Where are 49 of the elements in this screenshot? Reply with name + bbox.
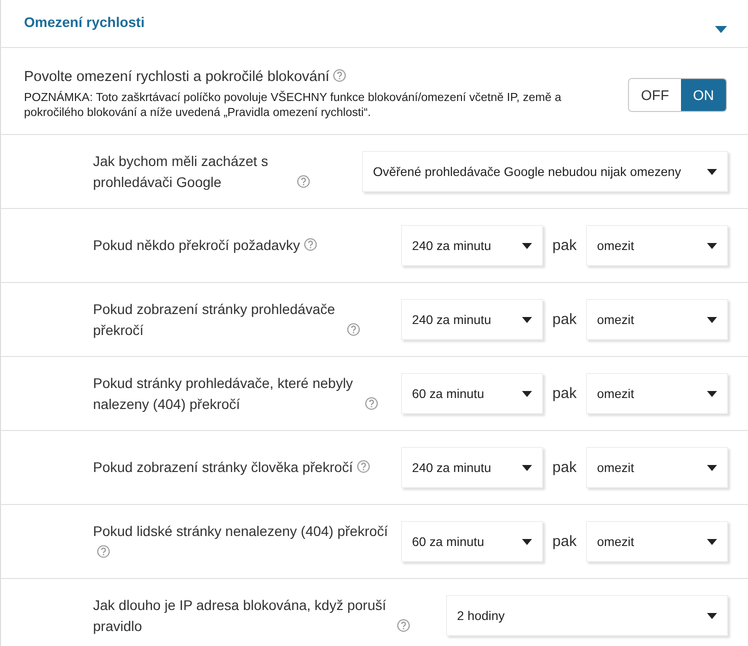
dropdown[interactable]: omezit [586,447,728,488]
caret-icon [707,538,717,544]
setting-label: Povolte omezení rychlosti a pokročilé blokování [24,68,330,84]
dropdown[interactable]: 240 za minutu [401,225,543,266]
setting-label: Jak dlouho je IP adresa blokována, když poruší pravidlo [93,596,388,636]
dropdown[interactable]: 240 za minutu [401,447,543,488]
help-icon[interactable] [356,460,370,473]
caret-icon [522,464,532,470]
caret-icon [707,390,717,396]
joiner-text: pak [551,533,578,550]
setting-label: Pokud zobrazení stránky prohledávače překročí [93,300,336,340]
setting-label: Pokud zobrazení stránky člověka překročí [93,458,353,477]
dropdown[interactable]: omezit [586,373,728,414]
joiner-text: pak [551,311,578,328]
section-title[interactable]: Omezení rychlosti [24,14,145,31]
caret-icon [522,538,532,544]
dropdown[interactable]: 60 za minutu [401,373,543,414]
setting-label: Pokud někdo překročí požadavky [93,236,300,255]
dropdown[interactable]: 2 hodiny [446,595,728,636]
joiner-text: pak [551,237,578,254]
setting-label: Jak bychom měli zacházet s prohledávači Google [93,152,270,192]
help-icon[interactable] [333,68,346,82]
setting-label: Pokud stránky prohledávače, které nebyly nalezeny (404) překročí [93,374,354,414]
help-icon[interactable] [97,544,110,558]
caret-icon [522,390,532,396]
caret-icon[interactable] [715,26,727,33]
dropdown[interactable]: omezit [586,225,728,266]
caret-icon [522,242,532,248]
help-icon[interactable] [304,238,318,251]
note-text: POZNÁMKA: Toto zaškrtávací políčko povoluje VŠECHNY funkce blokování/omezení včetně IP, země a pokročilého blokování a níže uvedená „Pravidla omezení rychlosti“. [24,90,562,120]
joiner-text: pak [551,459,578,476]
help-icon[interactable] [297,174,310,188]
joiner-text: pak [551,385,578,402]
help-icon[interactable] [347,322,360,336]
caret-icon [522,316,532,322]
help-icon[interactable] [397,618,410,632]
caret-icon [707,168,717,174]
dropdown[interactable]: omezit [586,299,728,340]
help-icon[interactable] [365,396,378,410]
caret-icon [707,612,717,618]
caret-icon [707,316,717,322]
toggle-option[interactable]: ON [681,79,726,111]
caret-icon [707,464,717,470]
dropdown[interactable]: omezit [586,521,728,562]
setting-label: Pokud lidské stránky nenalezeny (404) překročí [93,522,388,541]
dropdown[interactable]: Ověřené prohledávače Google nebudou nijak omezeny [362,151,728,192]
dropdown[interactable]: 240 za minutu [401,299,543,340]
caret-icon [707,242,717,248]
dropdown[interactable]: 60 za minutu [401,521,543,562]
